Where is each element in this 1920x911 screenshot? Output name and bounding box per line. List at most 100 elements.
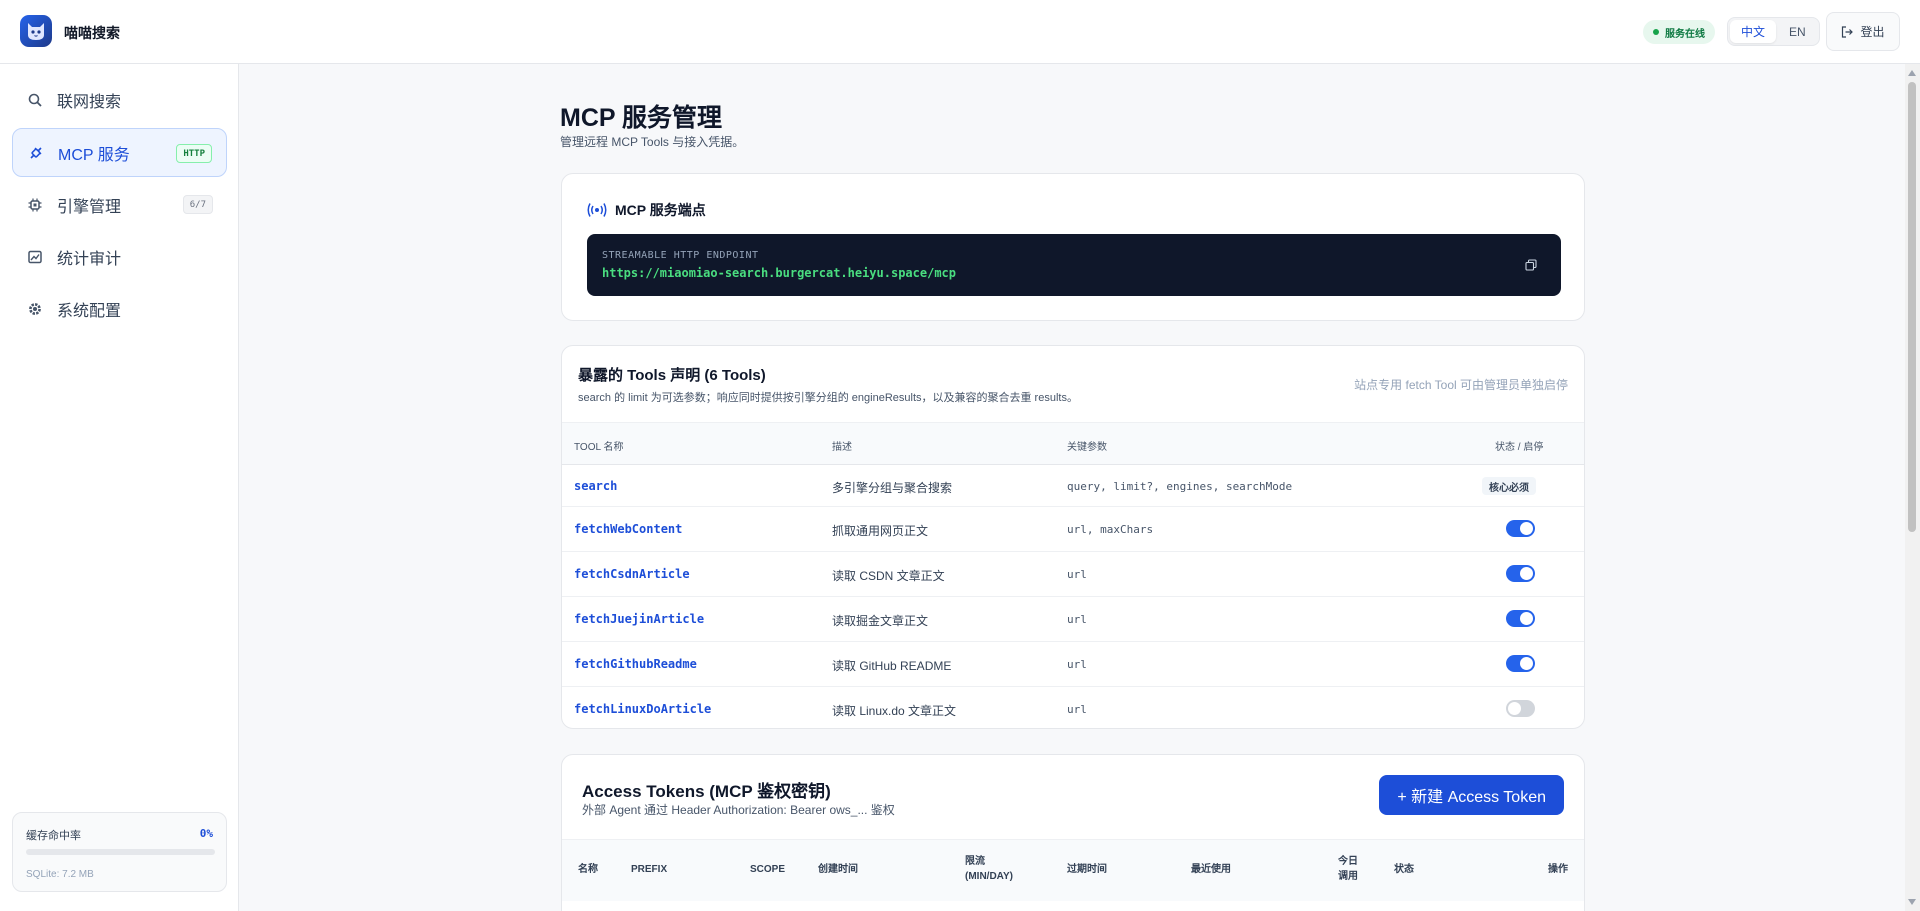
tool-params: url [1067,703,1087,716]
plug-icon [28,145,44,161]
sqlite-size-label: SQLite: 7.2 MB [26,869,94,880]
logout-button[interactable]: 登出 [1826,12,1900,51]
access-tokens-card: Access Tokens (MCP 鉴权密钥) 外部 Agent 通过 Hea… [561,754,1585,911]
sidebar-item-statistics-audit[interactable]: 统计审计 [12,232,227,281]
table-row: fetchLinuxDoArticle 读取 Linux.do 文章正文 url [562,687,1584,728]
tools-card-description: search 的 limit 为可选参数；响应同时提供按引擎分组的 engine… [578,392,1078,404]
column-header-expires-at: 过期时间 [1067,864,1107,875]
engine-count-badge: 6/7 [182,195,213,214]
logout-icon [1842,25,1854,38]
mcp-endpoint-card: MCP 服务端点 STREAMABLE HTTP ENDPOINT https:… [561,173,1585,321]
cache-hit-rate-card: 缓存命中率 0% SQLite: 7.2 MB [12,812,227,892]
tool-enable-toggle[interactable] [1506,655,1535,672]
toggle-knob [1520,522,1533,535]
tool-enable-toggle[interactable] [1506,520,1535,537]
sidebar-item-system-config[interactable]: 系统配置 [12,284,227,333]
gear-icon [27,301,43,317]
tool-params: url [1067,658,1087,671]
http-badge: HTTP [176,144,212,163]
table-row: fetchCsdnArticle 读取 CSDN 文章正文 url [562,552,1584,597]
service-status-badge: 服务在线 [1643,20,1715,44]
sidebar-item-engine-management[interactable]: 引擎管理 6/7 [12,180,227,229]
tool-params: url, maxChars [1067,523,1154,536]
scrollbar-thumb[interactable] [1908,82,1916,532]
endpoint-card-title: MCP 服务端点 [615,202,706,218]
column-header-today-calls: 今日 [1338,856,1358,867]
tools-card-title: 暴露的 Tools 声明 (6 Tools) [578,367,766,384]
sidebar-item-web-search[interactable]: 联网搜索 [12,75,227,124]
tool-description: 读取 CSDN 文章正文 [832,569,945,583]
copy-icon [1525,259,1537,271]
app-title: 喵喵搜索 [64,25,120,41]
lang-zh-button[interactable]: 中文 [1730,20,1777,43]
broadcast-icon [587,203,607,217]
copy-endpoint-button[interactable] [1525,258,1539,272]
column-header-key-params: 关键参数 [1067,442,1107,453]
page-title: MCP 服务管理 [560,104,723,132]
tools-table-header: TOOL 名称 描述 关键参数 状态 / 启停 [562,422,1584,465]
toggle-knob [1520,612,1533,625]
tool-params: url [1067,568,1087,581]
scroll-up-arrow-icon[interactable] [1908,70,1916,76]
tool-params: url [1067,613,1087,626]
sidebar-item-label: 系统配置 [57,302,122,320]
top-header: 喵喵搜索 服务在线 中文 EN 登出 [0,0,1920,64]
core-required-badge: 核心必须 [1482,477,1536,495]
tool-params: query, limit?, engines, searchMode [1067,480,1293,493]
status-dot-icon [1653,29,1659,35]
search-icon [27,92,43,108]
tool-name[interactable]: fetchLinuxDoArticle [574,702,711,716]
chip-icon [27,197,43,213]
column-header-status-toggle: 状态 / 启停 [1495,442,1544,453]
endpoint-type-label: STREAMABLE HTTP ENDPOINT [602,250,759,261]
cat-icon [28,23,44,40]
endpoint-url[interactable]: https://miaomiao-search.burgercat.heiyu.… [602,266,956,280]
tool-enable-toggle[interactable] [1506,700,1535,717]
toggle-knob [1520,567,1533,580]
scroll-down-arrow-icon[interactable] [1908,899,1916,905]
tool-description: 抓取通用网页正文 [832,524,929,538]
toggle-knob [1520,657,1533,670]
column-header-rate-limit-unit: (MIN/DAY) [965,871,1013,882]
tokens-table-header: 名称 PREFIX SCOPE 创建时间 限流 (MIN/DAY) 过期时间 最… [562,839,1584,901]
tool-name[interactable]: fetchWebContent [574,522,682,536]
column-header-tool-name: TOOL 名称 [574,442,624,453]
sidebar: 联网搜索 MCP 服务 HTTP 引擎管理 6/7 统计审计 系统配置 缓存命中… [0,64,239,911]
column-header-created-at: 创建时间 [818,864,858,875]
table-row: fetchWebContent 抓取通用网页正文 url, maxChars [562,507,1584,552]
column-header-today-calls-unit: 调用 [1338,871,1358,882]
sidebar-item-label: 统计审计 [57,250,122,268]
endpoint-code-box: STREAMABLE HTTP ENDPOINT https://miaomia… [587,234,1561,296]
main-scrollbar[interactable] [1905,64,1920,911]
column-header-actions: 操作 [1548,864,1568,875]
tool-enable-toggle[interactable] [1506,610,1535,627]
cache-hit-rate-bar [26,849,215,855]
tool-enable-toggle[interactable] [1506,565,1535,582]
column-header-description: 描述 [832,442,852,453]
app-logo[interactable] [20,15,52,47]
logout-label: 登出 [1860,25,1885,39]
new-access-token-button[interactable]: + 新建 Access Token [1379,775,1564,815]
column-header-prefix: PREFIX [631,864,668,875]
cache-hit-rate-value: 0% [199,827,213,840]
tool-name[interactable]: fetchJuejinArticle [574,612,704,626]
tool-description: 多引擎分组与聚合搜索 [832,481,953,495]
tool-name[interactable]: search [574,479,617,493]
tokens-card-description: 外部 Agent 通过 Header Authorization: Bearer… [582,803,895,817]
tool-description: 读取 GitHub README [832,659,952,673]
table-row: fetchGithubReadme 读取 GitHub README url [562,642,1584,687]
column-header-name: 名称 [578,864,598,875]
column-header-status: 状态 [1394,864,1414,875]
sidebar-item-label: 联网搜索 [57,93,122,111]
tokens-card-title: Access Tokens (MCP 鉴权密钥) [582,782,831,801]
tools-card-note: 站点专用 fetch Tool 可由管理员单独启停 [1354,378,1568,392]
tool-name[interactable]: fetchGithubReadme [574,657,697,671]
tool-name[interactable]: fetchCsdnArticle [574,567,690,581]
column-header-last-used: 最近使用 [1191,864,1231,875]
chart-icon [27,249,43,265]
lang-en-button[interactable]: EN [1778,20,1817,43]
cache-hit-rate-label: 缓存命中率 [26,830,81,842]
sidebar-item-mcp-service[interactable]: MCP 服务 HTTP [12,128,227,177]
tool-description: 读取掘金文章正文 [832,614,929,628]
sidebar-item-label: 引擎管理 [57,198,122,216]
